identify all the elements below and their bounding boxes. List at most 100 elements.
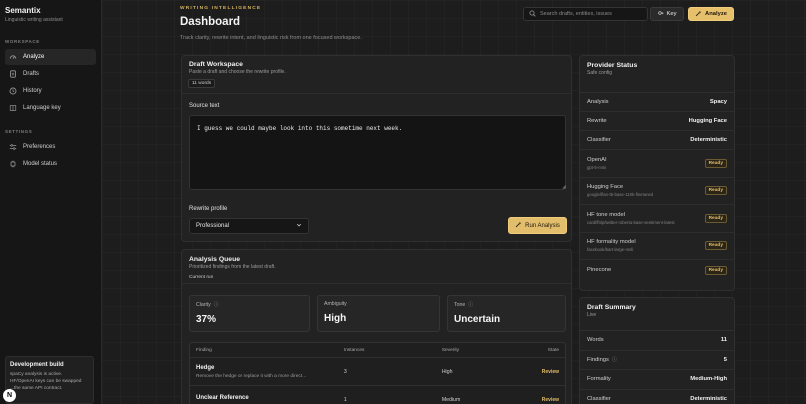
- summary-label-text: Formality: [587, 376, 611, 383]
- main-area: WRITING INTELLIGENCE Dashboard Track cla…: [102, 0, 806, 404]
- sidebar-item-model-status[interactable]: Model status: [5, 156, 96, 172]
- analysis-queue-panel: Analysis Queue Prioritized findings from…: [181, 249, 572, 404]
- sidebar-item-drafts[interactable]: Drafts: [5, 66, 96, 82]
- dev-line-1: spaCy analysis is active.: [10, 372, 63, 377]
- summary-row-classifier: Classifier Deterministic: [580, 390, 734, 404]
- finding-name: Unclear Reference: [196, 395, 249, 401]
- sparkle-icon: [695, 10, 702, 19]
- provider-list: Analysis Spacy Rewrite Hugging Face Clas…: [580, 92, 734, 280]
- column-header-finding: Finding: [190, 343, 338, 358]
- source-text-input[interactable]: I guess we could maybe look into this so…: [189, 115, 566, 190]
- provider-subtitle: Safe config: [587, 70, 613, 76]
- sparkle-icon: [515, 221, 522, 230]
- sidebar-item-label: Preferences: [23, 144, 56, 150]
- provider-value: Deterministic: [690, 137, 727, 143]
- provider-row-pinecone: Pinecone Ready: [580, 260, 734, 280]
- provider-name: OpenAI: [587, 156, 607, 163]
- metric-value: 37%: [196, 314, 217, 325]
- key-button[interactable]: Key: [650, 7, 684, 21]
- status-badge: Ready: [704, 186, 727, 196]
- provider-info: OpenAI gpt-5-mini: [587, 157, 607, 170]
- summary-subtitle: Live: [587, 312, 597, 318]
- summary-row-findings: Findings ⓘ 5: [580, 351, 734, 370]
- metric-label: Clarity ⓘ: [196, 301, 303, 309]
- divider: [182, 93, 571, 94]
- metric-label: Tone ⓘ: [454, 301, 559, 309]
- summary-value: 5: [723, 356, 727, 363]
- analyze-button[interactable]: Analyze: [688, 7, 734, 21]
- finding-name: Hedge: [196, 364, 215, 371]
- app-root: Semantix Linguistic writing assistant WO…: [0, 0, 806, 404]
- key-icon: [657, 10, 664, 18]
- page-title: Dashboard: [180, 16, 241, 28]
- table-row[interactable]: Unclear Reference 1 Medium Review: [190, 386, 565, 404]
- metric-label-text: Ambiguity: [324, 301, 347, 307]
- key-button-label: Key: [666, 11, 677, 17]
- provider-row-hugging-face: Hugging Face google/flan-t5-base-110k-fi…: [580, 178, 734, 205]
- summary-label: Formality: [587, 376, 611, 382]
- sidebar-item-label: History: [23, 88, 42, 94]
- queue-header: Analysis Queue Prioritized findings from…: [189, 256, 276, 270]
- sidebar-item-preferences[interactable]: Preferences: [5, 139, 96, 155]
- metric-card-clarity: Clarity ⓘ 37%: [189, 295, 310, 332]
- run-analysis-button[interactable]: Run Analysis: [508, 217, 567, 234]
- instances-cell: 1: [338, 386, 436, 404]
- framework-badge[interactable]: N: [3, 389, 16, 402]
- provider-model: google/flan-t5-base-110k-finetuned: [587, 192, 654, 198]
- provider-status-panel: Provider Status Safe config Analysis Spa…: [579, 55, 735, 291]
- current-run-label: Current run: [189, 275, 214, 280]
- column-header-instances: Instances: [337, 343, 436, 358]
- clock-icon: [9, 87, 17, 95]
- instances-cell: 3: [337, 358, 436, 386]
- sidebar: Semantix Linguistic writing assistant WO…: [0, 0, 102, 404]
- sidebar-item-analyze[interactable]: Analyze: [5, 49, 96, 65]
- provider-name: Rewrite: [587, 118, 607, 124]
- provider-info: HF tone model cardiffnlp/twitter-roberta…: [587, 212, 675, 225]
- severity-cell: Medium: [436, 386, 536, 404]
- metric-label-text: Clarity: [196, 301, 211, 308]
- sidebar-item-language-key[interactable]: Language key: [5, 100, 96, 116]
- search-input[interactable]: [540, 11, 640, 17]
- info-icon[interactable]: ⓘ: [612, 356, 617, 363]
- provider-title: Provider Status: [587, 62, 638, 69]
- sidebar-item-history[interactable]: History: [5, 83, 96, 99]
- metric-card-ambiguity: Ambiguity High: [317, 295, 440, 332]
- finding-cell: Hedge Remove the hedge or replace it wit…: [190, 358, 338, 386]
- provider-value: Hugging Face: [688, 118, 727, 124]
- info-icon[interactable]: ⓘ: [214, 301, 219, 308]
- chevron-down-icon: [296, 222, 302, 230]
- summary-list: Words 11 Findings ⓘ 5 Formality Medium-H…: [580, 330, 734, 404]
- metric-value: Uncertain: [454, 314, 501, 325]
- brand-title: Semantix: [5, 6, 41, 15]
- provider-name: Hugging Face: [587, 184, 624, 191]
- page-eyebrow: WRITING INTELLIGENCE: [180, 6, 262, 11]
- rewrite-profile-select[interactable]: Professional: [189, 218, 309, 234]
- provider-row-analysis: Analysis Spacy: [580, 93, 734, 112]
- sidebar-item-label: Language key: [23, 105, 61, 111]
- resize-handle-icon[interactable]: ◢: [562, 184, 566, 190]
- summary-row-formality: Formality Medium-High: [580, 370, 734, 390]
- review-link[interactable]: Review: [542, 397, 559, 403]
- summary-value: 11: [720, 337, 727, 344]
- provider-name: Classifier: [587, 137, 611, 143]
- provider-name: Pinecone: [587, 267, 612, 273]
- metric-label-text: Tone: [454, 301, 466, 308]
- source-text-label: Source text: [189, 103, 220, 109]
- sidebar-item-label: Analyze: [23, 54, 45, 60]
- sidebar-item-label: Drafts: [23, 71, 40, 77]
- metric-card-tone: Tone ⓘ Uncertain: [447, 295, 566, 332]
- rewrite-profile-value: Professional: [196, 223, 230, 229]
- summary-title: Draft Summary: [587, 304, 636, 311]
- severity-cell: High: [435, 358, 536, 386]
- dev-build-title: Development build: [10, 362, 64, 368]
- review-link[interactable]: Review: [542, 369, 559, 375]
- table-row[interactable]: Hedge Remove the hedge or replace it wit…: [190, 358, 565, 386]
- search-box[interactable]: [523, 7, 648, 21]
- workspace-section-label: WORKSPACE: [5, 39, 40, 44]
- summary-label: Words: [587, 337, 604, 343]
- info-icon[interactable]: ⓘ: [468, 301, 473, 308]
- draft-subtitle: Paste a draft and choose the rewrite pro…: [189, 69, 286, 75]
- summary-label: Classifier: [587, 396, 611, 402]
- column-header-severity: Severity: [435, 343, 536, 358]
- dev-build-text: spaCy analysis is active. HF/OpenAI keys…: [10, 371, 89, 392]
